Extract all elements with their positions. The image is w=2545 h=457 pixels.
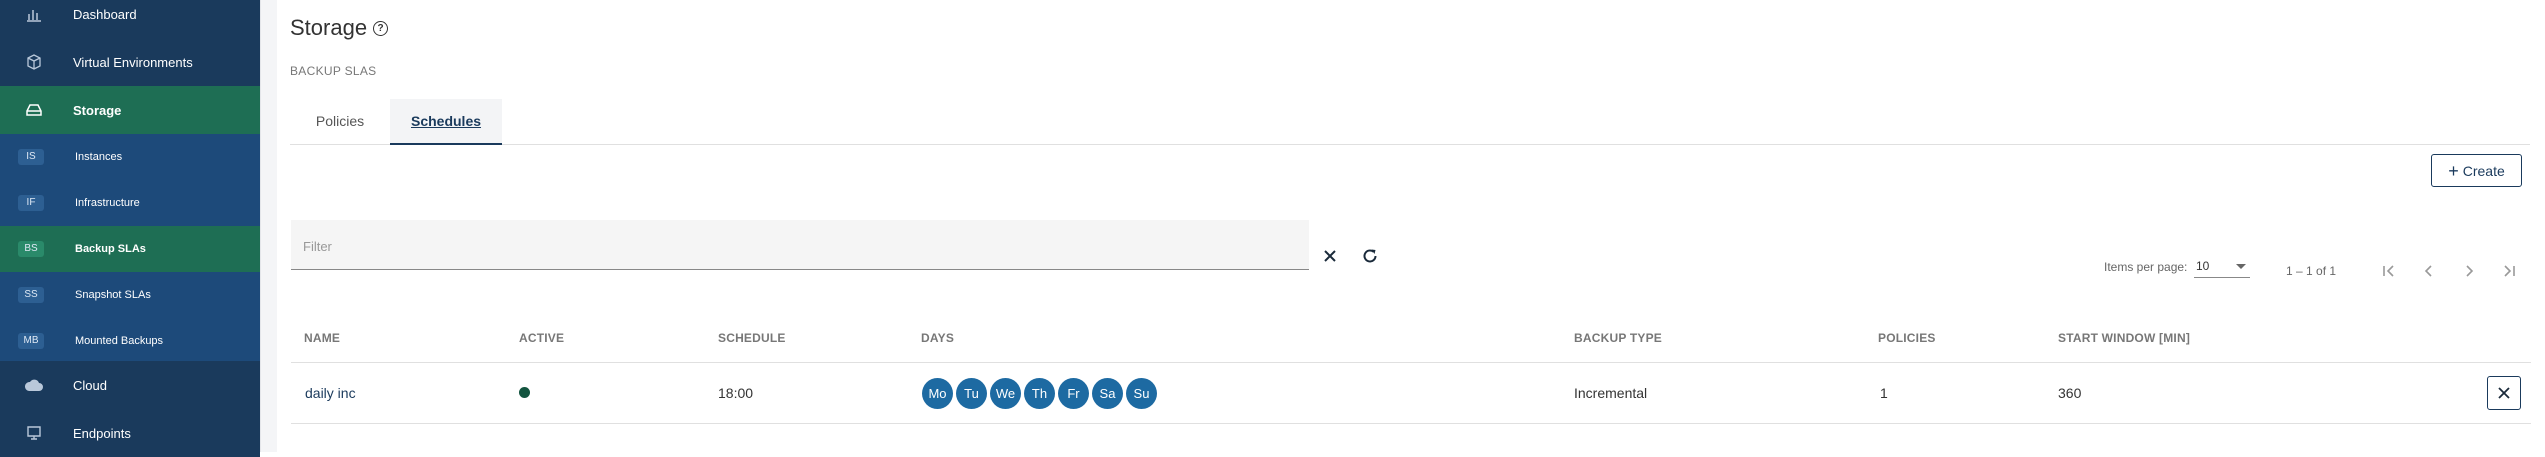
sidebar-subitem-badge: BS [18,241,44,257]
chevron-right-icon [2466,265,2474,277]
filter-field [291,220,1309,270]
sidebar: Dashboard Virtual Environments Storage I… [0,0,260,457]
filter-input[interactable] [301,234,1285,258]
close-icon [2498,387,2510,399]
column-header-start-window[interactable]: START WINDOW [MIN] [2058,331,2190,345]
sidebar-subitem-badge: IS [18,149,44,165]
sidebar-item-label: Dashboard [73,6,137,22]
column-header-active[interactable]: ACTIVE [519,331,564,345]
create-button-label: Create [2462,162,2505,179]
first-page-icon [2383,265,2394,277]
page-range-label: 1 – 1 of 1 [2286,264,2337,278]
chart-icon [24,4,44,24]
clear-filter-button[interactable] [1318,244,1342,268]
page-title-text: Storage [290,15,368,40]
last-page-icon [2504,265,2515,277]
sidebar-subitem-badge: MB [18,333,44,349]
cloud-icon [24,375,44,395]
first-page-button[interactable] [2375,260,2403,282]
table-divider [291,423,2531,424]
previous-page-button[interactable] [2415,260,2443,282]
sidebar-subitem-mounted-backups[interactable]: MB Mounted Backups [0,318,260,364]
column-header-backup-type[interactable]: BACKUP TYPE [1574,331,1662,345]
sidebar-subitem-badge: IF [18,195,44,211]
refresh-icon [1363,249,1377,263]
day-chip-monday: Mo [922,378,953,409]
page-title: Storage ? [290,15,389,41]
cell-policies: 1 [1880,385,1888,401]
day-chip-tuesday: Tu [956,378,987,409]
cell-start-window: 360 [2058,385,2082,401]
column-header-days[interactable]: DAYS [921,331,954,345]
cell-schedule: 18:00 [718,385,754,401]
days-chips: Mo Tu We Th Fr Sa Su [922,378,1157,409]
column-header-schedule[interactable]: SCHEDULE [718,331,786,345]
sidebar-item-cloud[interactable]: Cloud [0,361,260,409]
sidebar-item-label: Virtual Environments [73,54,193,70]
items-per-page-label: Items per page: [2104,260,2188,274]
sidebar-item-label: Endpoints [73,425,131,441]
help-icon[interactable]: ? [373,20,389,36]
chevron-left-icon [2424,265,2432,277]
sidebar-item-storage[interactable]: Storage [0,86,260,134]
sidebar-subitem-label: Infrastructure [75,197,140,209]
page-size-value: 10 [2196,259,2210,273]
sidebar-item-dashboard[interactable]: Dashboard [0,0,260,38]
tab-policies[interactable]: Policies [290,99,390,143]
table-divider [291,362,2531,363]
active-status-dot [519,387,530,398]
sidebar-item-endpoints[interactable]: Endpoints [0,409,260,457]
tab-bar: Policies Schedules [290,99,2530,145]
sidebar-subitem-label: Mounted Backups [75,335,164,347]
box-icon [24,52,44,72]
cell-backup-type: Incremental [1574,385,1648,401]
column-header-policies[interactable]: POLICIES [1878,331,1936,345]
close-icon [1324,250,1336,262]
sidebar-subitem-snapshot-slas[interactable]: SS Snapshot SLAs [0,272,260,318]
sidebar-subitem-label: Snapshot SLAs [75,289,151,301]
column-header-name[interactable]: NAME [304,331,340,345]
sidebar-item-virtual-environments[interactable]: Virtual Environments [0,38,260,86]
page-size-select[interactable]: 10 [2194,256,2250,278]
plus-icon: + [2448,160,2459,181]
drive-icon [24,100,44,120]
sidebar-subitem-label: Backup SLAs [75,243,146,255]
sidebar-subitem-label: Instances [75,151,123,163]
tab-schedules[interactable]: Schedules [390,99,502,145]
day-chip-saturday: Sa [1092,378,1123,409]
sidebar-subitem-instances[interactable]: IS Instances [0,134,260,180]
cell-name[interactable]: daily inc [305,385,356,401]
day-chip-sunday: Su [1126,378,1157,409]
sidebar-subitem-backup-slas[interactable]: BS Backup SLAs [0,226,260,272]
section-label: BACKUP SLAS [290,64,377,78]
next-page-button[interactable] [2455,260,2483,282]
content-gutter [260,0,277,452]
sidebar-subitem-infrastructure[interactable]: IF Infrastructure [0,180,260,226]
delete-row-button[interactable] [2487,376,2521,410]
day-chip-friday: Fr [1058,378,1089,409]
chevron-down-icon [2236,264,2246,269]
create-button[interactable]: + Create [2431,154,2522,187]
day-chip-wednesday: We [990,378,1021,409]
monitor-icon [24,423,44,443]
sidebar-item-label: Storage [73,102,122,118]
sidebar-subitem-badge: SS [18,287,44,303]
last-page-button[interactable] [2495,260,2523,282]
sidebar-item-label: Cloud [73,377,107,393]
refresh-button[interactable] [1358,244,1382,268]
day-chip-thursday: Th [1024,378,1055,409]
